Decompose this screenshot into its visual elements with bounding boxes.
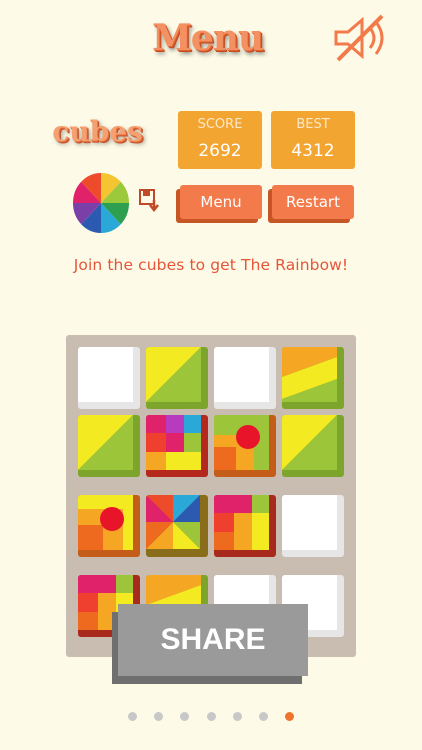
tile-rainbow[interactable] [146, 495, 208, 557]
tile-yellow-green[interactable] [78, 415, 140, 477]
best-box: BEST 4312 [271, 111, 355, 169]
speaker-muted-icon[interactable] [330, 12, 394, 64]
page-dot[interactable] [206, 712, 216, 721]
tagline: Join the cubes to get The Rainbow! [73, 256, 349, 274]
score-label: SCORE [197, 117, 243, 132]
page-indicator [0, 706, 422, 721]
tile-multicolor-pink[interactable] [214, 495, 276, 557]
page-dot[interactable] [128, 712, 138, 721]
tile-orange-red-dot[interactable] [78, 495, 140, 557]
tile-empty[interactable] [78, 347, 140, 409]
page-dot[interactable] [180, 712, 190, 721]
cubes-logo: cubes [52, 115, 143, 148]
tile-empty[interactable] [214, 347, 276, 409]
menu-button[interactable]: Menu [180, 185, 262, 219]
page-dot[interactable] [154, 712, 164, 721]
page-dot-active[interactable] [284, 712, 294, 721]
tile-yellow-green[interactable] [282, 415, 344, 477]
color-wheel-icon [73, 173, 129, 233]
share-button[interactable]: SHARE [118, 604, 308, 676]
tile-multicolor-red[interactable] [146, 415, 208, 477]
best-value: 4312 [291, 141, 335, 161]
page-dot[interactable] [258, 712, 268, 721]
tile-orange-yellow[interactable] [282, 347, 344, 409]
score-value: 2692 [198, 141, 242, 161]
score-box: SCORE 2692 [178, 111, 262, 169]
tile-empty[interactable] [282, 495, 344, 557]
menu-title[interactable]: Menu [150, 14, 265, 62]
best-label: BEST [296, 117, 330, 132]
save-icon[interactable] [139, 189, 161, 213]
tile-yellow-green[interactable] [146, 347, 208, 409]
restart-button[interactable]: Restart [272, 185, 354, 219]
tile-green-red-dot[interactable] [214, 415, 276, 477]
page-dot[interactable] [232, 712, 242, 721]
